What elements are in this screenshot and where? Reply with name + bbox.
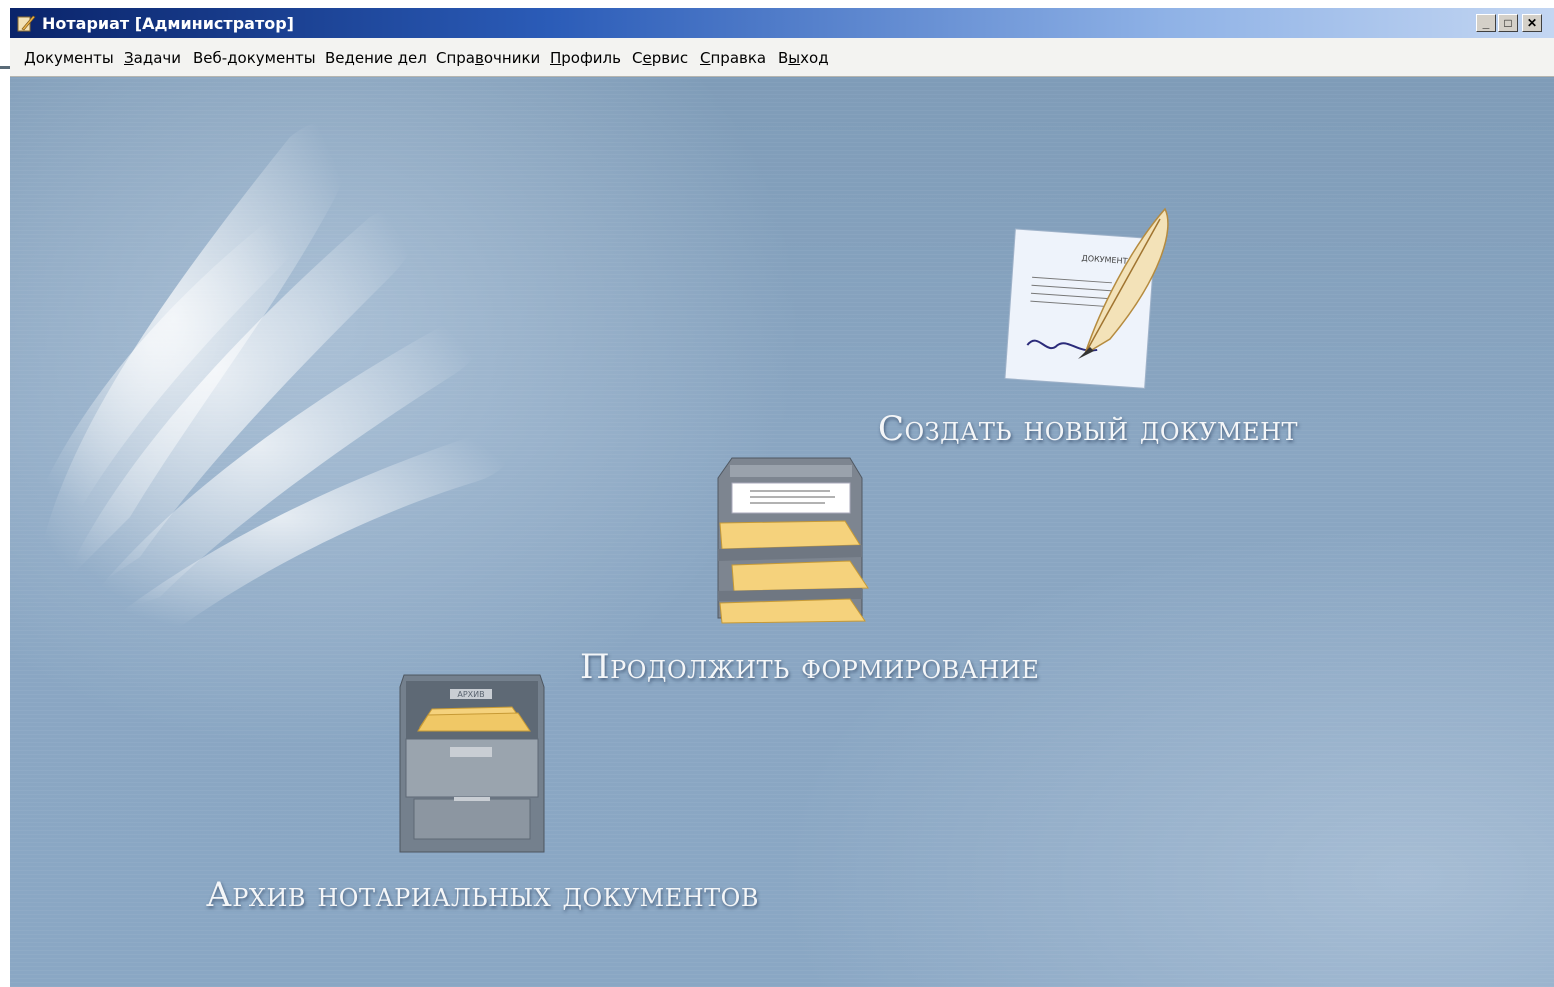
menu-profile[interactable]: Профиль xyxy=(550,49,621,67)
menu-documents[interactable]: Документы xyxy=(24,49,114,67)
archive-action[interactable]: АРХИВ xyxy=(392,667,552,857)
svg-text:АРХИВ: АРХИВ xyxy=(457,690,484,699)
menu-service[interactable]: Сервис xyxy=(632,49,688,67)
main-desktop: ДОКУМЕНТ Создать новый документ Продолжи… xyxy=(10,77,1554,987)
continue-formation-action[interactable] xyxy=(710,453,875,628)
document-tray-icon[interactable] xyxy=(710,453,875,628)
minimize-button[interactable]: _ xyxy=(1476,14,1496,32)
title-bar[interactable]: Нотариат [Администратор] _ □ ✕ xyxy=(10,8,1554,38)
maximize-button[interactable]: □ xyxy=(1498,14,1518,32)
wing-decoration xyxy=(30,121,511,637)
close-button[interactable]: ✕ xyxy=(1522,14,1542,32)
window-title: Нотариат [Администратор] xyxy=(42,14,294,33)
menu-case-management[interactable]: Ведение дел xyxy=(325,49,427,67)
archive-label[interactable]: Архив нотариальных документов xyxy=(206,875,759,915)
app-window: Нотариат [Администратор] _ □ ✕ Документы… xyxy=(10,8,1554,987)
menu-help[interactable]: Справка xyxy=(700,49,766,67)
menu-tasks[interactable]: Задачи xyxy=(124,49,181,67)
app-icon xyxy=(17,15,36,32)
edge-line xyxy=(0,66,10,69)
menu-exit[interactable]: Выход xyxy=(778,49,829,67)
document-quill-icon[interactable]: ДОКУМЕНТ xyxy=(990,199,1190,399)
archive-cabinet-icon[interactable]: АРХИВ xyxy=(392,667,552,857)
menu-web-documents[interactable]: Веб-документы xyxy=(193,49,316,67)
background-edge xyxy=(0,0,10,987)
create-document-action[interactable]: ДОКУМЕНТ xyxy=(990,199,1190,399)
menu-bar: Документы Задачи Веб-документы Ведение д… xyxy=(10,38,1554,77)
continue-formation-label[interactable]: Продолжить формирование xyxy=(580,647,1039,687)
menu-references[interactable]: Справочники xyxy=(436,49,540,67)
create-document-label[interactable]: Создать новый документ xyxy=(878,409,1298,449)
